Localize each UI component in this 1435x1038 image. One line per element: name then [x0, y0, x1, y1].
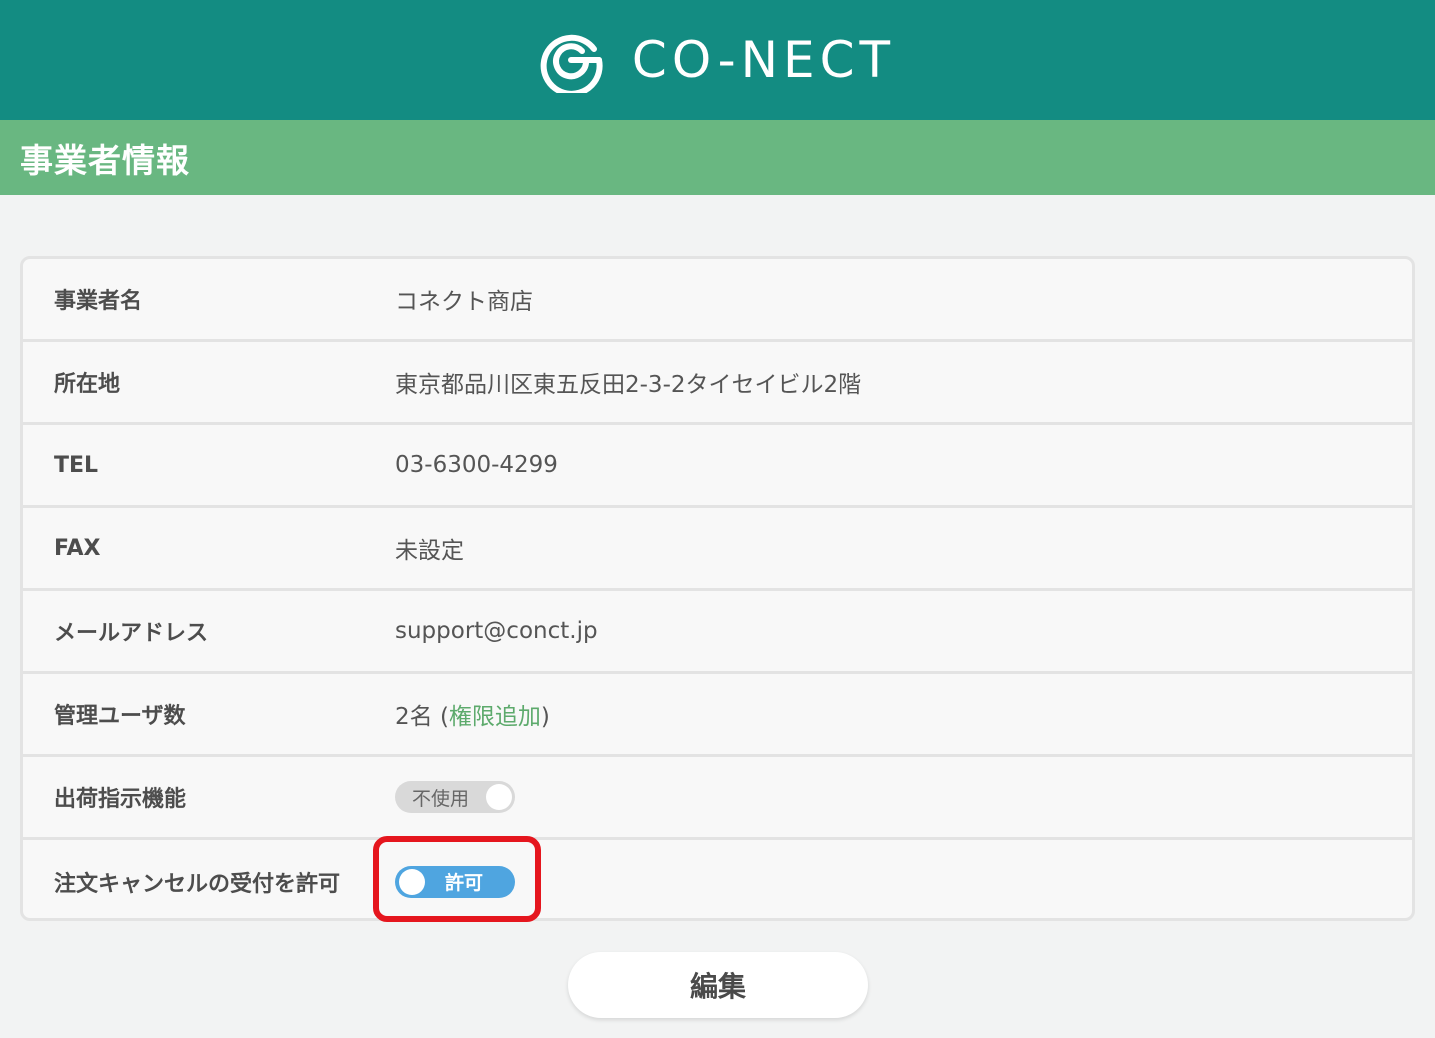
- address-value: 東京都品川区東五反田2-3-2タイセイビル2階: [395, 372, 862, 398]
- business-name-label: 事業者名: [54, 289, 143, 314]
- cancel-toggle-label: 許可: [445, 872, 484, 894]
- row-admin-users: 管理ユーザ数 2名 (権限追加): [23, 674, 1412, 757]
- admin-users-count: 2名 (: [395, 704, 449, 730]
- tel-label: TEL: [54, 452, 99, 478]
- toggle-knob: [399, 868, 425, 895]
- row-cancel: 注文キャンセルの受付を許可 許可: [23, 840, 1412, 918]
- admin-users-value: 2名 (権限追加): [395, 697, 550, 731]
- row-shipping: 出荷指示機能 不使用: [23, 757, 1412, 840]
- tel-value: 03-6300-4299: [395, 452, 558, 478]
- fax-label: FAX: [54, 535, 101, 561]
- page-title: 事業者情報: [20, 140, 190, 180]
- admin-users-suffix: ): [540, 704, 550, 730]
- page-header: 事業者情報: [0, 120, 1435, 195]
- row-business-name: 事業者名 コネクト商店: [23, 259, 1412, 342]
- shipping-toggle-label: 不使用: [412, 787, 470, 810]
- cancel-label: 注文キャンセルの受付を許可: [54, 871, 341, 897]
- cancel-toggle[interactable]: 許可: [395, 865, 515, 898]
- toggle-knob: [486, 784, 512, 810]
- email-value: support@conct.jp: [395, 618, 598, 644]
- row-tel: TEL 03-6300-4299: [23, 425, 1412, 508]
- brand-name: CO-NECT: [631, 31, 896, 89]
- edit-button[interactable]: 編集: [568, 952, 868, 1018]
- row-fax: FAX 未設定: [23, 508, 1412, 591]
- top-header: CO-NECT: [0, 0, 1435, 120]
- shipping-toggle[interactable]: 不使用: [395, 781, 515, 813]
- admin-users-label: 管理ユーザ数: [54, 704, 186, 729]
- row-email: メールアドレス support@conct.jp: [23, 591, 1412, 674]
- fax-value: 未設定: [395, 538, 464, 564]
- shipping-label: 出荷指示機能: [54, 787, 187, 812]
- row-address: 所在地 東京都品川区東五反田2-3-2タイセイビル2階: [23, 342, 1412, 425]
- brand-logo[interactable]: CO-NECT: [538, 27, 895, 93]
- add-permission-link[interactable]: 権限追加: [449, 704, 541, 730]
- business-name-value: コネクト商店: [395, 289, 533, 315]
- email-label: メールアドレス: [54, 621, 209, 646]
- address-label: 所在地: [54, 372, 121, 397]
- business-info-card: 事業者名 コネクト商店 所在地 東京都品川区東五反田2-3-2タイセイビル2階 …: [20, 256, 1415, 921]
- conect-logo-icon: [538, 27, 604, 93]
